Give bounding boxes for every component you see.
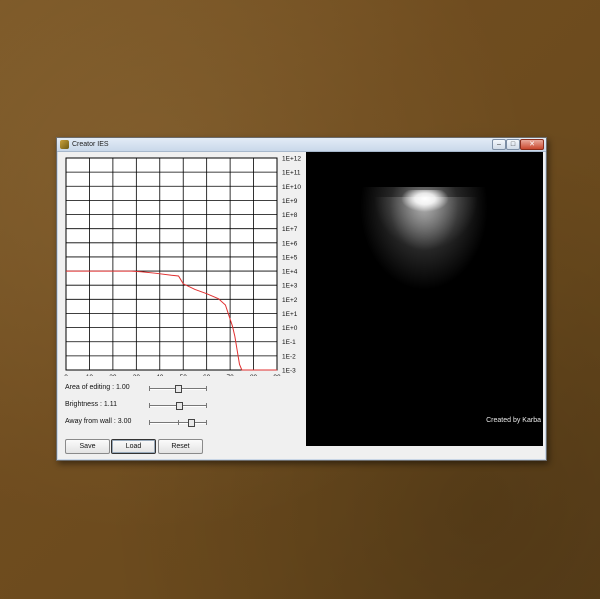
y-tick-label: 1E+3 xyxy=(282,283,298,290)
slider-panel: Area of editing : 1.00 Brightness : 1.11… xyxy=(57,378,305,428)
save-button[interactable]: Save xyxy=(65,439,110,454)
slider-tick xyxy=(149,420,150,425)
area-of-editing-thumb[interactable] xyxy=(175,385,182,393)
away-from-wall-slider[interactable] xyxy=(149,419,207,427)
x-tick-label: 20 xyxy=(109,374,117,376)
y-tick-label: 1E-2 xyxy=(282,353,296,360)
away-from-wall-slider-row: Away from wall : 3.00 xyxy=(57,416,305,430)
y-tick-label: 1E+7 xyxy=(282,226,298,233)
window-title: Creator IES xyxy=(72,141,109,148)
slider-tick xyxy=(149,403,150,408)
y-tick-label: 1E+0 xyxy=(282,325,298,332)
y-tick-label: 1E+10 xyxy=(282,184,301,191)
credit-text: Created by Karba xyxy=(486,417,541,424)
candela-chart[interactable]: 0 10 20 30 40 50 60 70 80 90 1E+12 1E+11 1E+10 1E+9 1E… xyxy=(57,152,305,377)
y-tick-label: 1E+8 xyxy=(282,212,298,219)
y-tick-label: 1E-3 xyxy=(282,368,296,375)
area-slider-row: Area of editing : 1.00 xyxy=(57,382,305,396)
slider-tick xyxy=(178,420,179,425)
x-tick-label: 70 xyxy=(226,374,234,376)
x-tick-label: 50 xyxy=(180,374,188,376)
x-tick-label: 90 xyxy=(273,374,281,376)
area-of-editing-slider[interactable] xyxy=(149,385,207,393)
y-tick-label: 1E+12 xyxy=(282,156,301,163)
light-preview: Created by Karba xyxy=(306,152,543,446)
y-tick-label: 1E+2 xyxy=(282,297,298,304)
close-button[interactable]: ✕ xyxy=(520,139,544,150)
slider-tick xyxy=(206,386,207,391)
brightness-label: Brightness : 1.11 xyxy=(65,401,118,408)
app-window: Creator IES – □ ✕ 0 10 20 30 40 50 60 70 80 90 1E+… xyxy=(56,137,547,461)
slider-tick xyxy=(206,420,207,425)
y-tick-label: 1E+5 xyxy=(282,254,298,261)
brightness-thumb[interactable] xyxy=(176,402,184,410)
x-tick-label: 10 xyxy=(86,374,94,376)
x-tick-label: 30 xyxy=(133,374,141,376)
x-tick-label: 80 xyxy=(250,374,258,376)
chart-svg[interactable]: 0 10 20 30 40 50 60 70 80 90 1E+12 1E+11 1E+10 1E+9 1E… xyxy=(57,152,305,377)
light-spread-glow xyxy=(361,197,491,307)
y-tick-label: 1E+9 xyxy=(282,198,298,205)
light-hotspot xyxy=(401,190,449,212)
minimize-button[interactable]: – xyxy=(492,139,506,150)
maximize-button[interactable]: □ xyxy=(506,139,520,150)
y-tick-label: 1E+1 xyxy=(282,311,298,318)
y-tick-label: 1E+6 xyxy=(282,240,298,247)
slider-tick xyxy=(149,386,150,391)
y-tick-label: 1E+11 xyxy=(282,170,301,177)
reset-button[interactable]: Reset xyxy=(158,439,203,454)
x-tick-label: 0 xyxy=(64,374,68,376)
brightness-slider-row: Brightness : 1.11 xyxy=(57,399,305,413)
brightness-slider[interactable] xyxy=(149,402,207,410)
x-tick-label: 40 xyxy=(156,374,164,376)
x-tick-label: 60 xyxy=(203,374,211,376)
plot-area xyxy=(65,157,278,371)
load-button[interactable]: Load xyxy=(111,439,156,454)
app-icon xyxy=(60,140,69,149)
y-tick-label: 1E+4 xyxy=(282,269,298,276)
y-tick-label: 1E-1 xyxy=(282,339,296,346)
area-of-editing-label: Area of editing : 1.00 xyxy=(65,384,130,391)
slider-tick xyxy=(206,403,207,408)
title-bar[interactable]: Creator IES – □ ✕ xyxy=(57,138,546,152)
away-from-wall-label: Away from wall : 3.00 xyxy=(65,418,132,425)
away-from-wall-thumb[interactable] xyxy=(187,419,195,427)
